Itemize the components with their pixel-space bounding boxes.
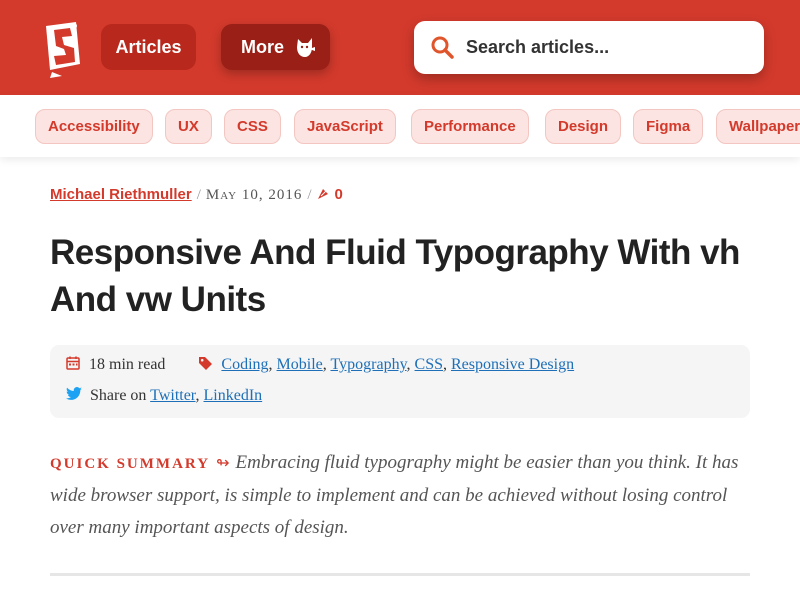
publish-date: May 10, 2016 — [205, 187, 303, 203]
category-link-mobile[interactable]: Mobile — [277, 356, 323, 373]
articles-nav-button[interactable]: Articles — [101, 24, 196, 70]
search-icon — [431, 36, 454, 59]
article-info-box: 18 min read Coding, Mobile, Typography, … — [50, 345, 750, 418]
tag-label: JavaScript — [307, 118, 383, 135]
summary-arrow-icon: ↬ — [216, 455, 230, 472]
tag-javascript[interactable]: JavaScript — [294, 109, 396, 144]
twitter-icon — [66, 387, 82, 400]
category-link-typography[interactable]: Typography — [330, 356, 406, 373]
top-navigation-bar: Articles More — [0, 0, 800, 95]
topic-tag-bar: Accessibility UX CSS JavaScript Performa… — [0, 95, 800, 157]
tag-label: UX — [178, 118, 199, 135]
article-meta: Michael Riethmuller / May 10, 2016/0 — [50, 186, 343, 204]
tag-wallpapers[interactable]: Wallpapers — [716, 109, 800, 144]
search-input[interactable] — [466, 33, 746, 61]
meta-separator: / — [196, 187, 201, 203]
search-box[interactable] — [414, 21, 764, 74]
share-twitter-link[interactable]: Twitter — [150, 387, 195, 404]
category-separator: , — [268, 356, 277, 373]
tag-label: CSS — [237, 118, 268, 135]
share-linkedin-link[interactable]: LinkedIn — [204, 387, 263, 404]
article-title: Responsive And Fluid Typography With vh … — [50, 233, 740, 319]
info-row-share: Share on Twitter, LinkedIn — [66, 387, 262, 405]
articles-nav-label: Articles — [115, 36, 182, 57]
quick-summary-label: Quick Summary — [50, 456, 211, 472]
tag-accessibility[interactable]: Accessibility — [35, 109, 153, 144]
category-link-css[interactable]: CSS — [415, 356, 443, 373]
tag-design[interactable]: Design — [545, 109, 622, 144]
read-time: 18 min read — [89, 356, 166, 373]
category-separator: , — [443, 356, 451, 373]
author-link[interactable]: Michael Riethmuller — [50, 186, 192, 203]
tag-label: Design — [558, 118, 609, 135]
tag-label: Performance — [424, 118, 516, 135]
category-separator: , — [406, 356, 415, 373]
smashing-cat-icon — [297, 38, 315, 57]
meta-separator: / — [307, 187, 312, 203]
quick-summary: Quick Summary ↬ Embracing fluid typography… — [50, 447, 760, 544]
smashing-logo-icon[interactable] — [36, 18, 86, 80]
tag-label: Wallpapers — [729, 118, 800, 135]
calendar-icon — [66, 356, 80, 370]
tag-css[interactable]: CSS — [224, 109, 281, 144]
category-link-coding[interactable]: Coding — [221, 356, 268, 373]
tag-icon — [199, 357, 213, 370]
tag-label: Accessibility — [48, 118, 140, 135]
tag-label: Figma — [646, 118, 691, 135]
tag-ux[interactable]: UX — [165, 109, 212, 144]
comment-icon[interactable] — [317, 188, 329, 200]
more-nav-button[interactable]: More — [221, 24, 330, 70]
tag-figma[interactable]: Figma — [633, 109, 704, 144]
content-divider — [50, 573, 750, 576]
comments-count[interactable]: 0 — [335, 186, 343, 203]
share-separator: , — [195, 387, 204, 404]
more-nav-label: More — [240, 36, 284, 57]
share-label: Share on — [90, 387, 147, 404]
tag-performance[interactable]: Performance — [411, 109, 529, 144]
info-row-details: 18 min read Coding, Mobile, Typography, … — [66, 356, 574, 374]
category-link-responsive-design[interactable]: Responsive Design — [451, 356, 574, 373]
